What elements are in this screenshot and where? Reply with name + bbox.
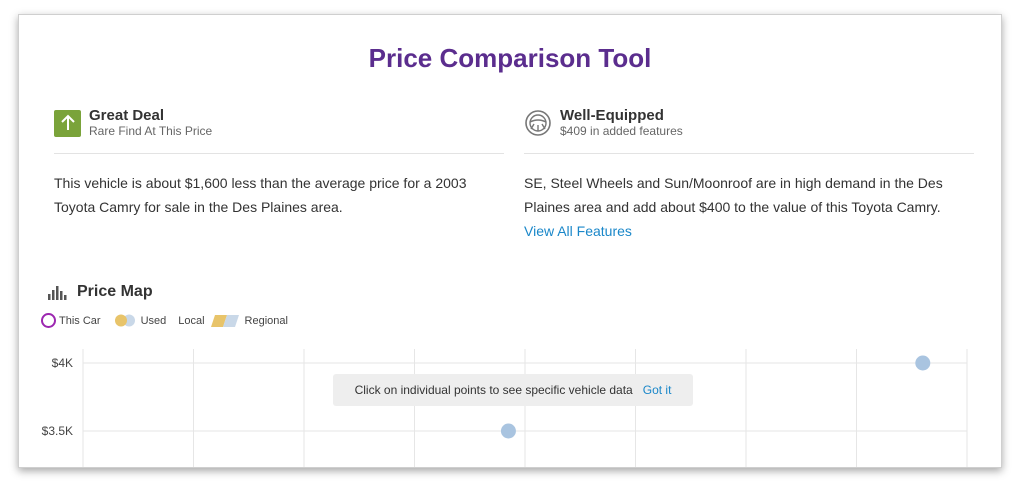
chart-y-ticks: $4K $3.5K — [42, 356, 73, 438]
bar-chart-icon — [48, 286, 67, 300]
arrow-up-icon — [54, 109, 81, 137]
view-all-features-link[interactable]: View All Features — [524, 219, 974, 243]
chart-grid — [82, 349, 968, 467]
legend-local-regional[interactable]: Local Regional — [178, 314, 288, 327]
price-map-chart: $4K $3.5K — [42, 349, 968, 467]
divider — [54, 153, 504, 154]
legend-this-car[interactable]: This Car — [41, 313, 101, 328]
price-map-heading: Price Map — [47, 283, 153, 301]
chart-point[interactable] — [915, 355, 931, 371]
steering-wheel-icon — [525, 110, 551, 136]
price-map-title: Price Map — [77, 283, 153, 300]
tooltip-text: Click on individual points to see specif… — [354, 383, 633, 397]
legend-this-car-label: This Car — [59, 314, 101, 327]
local-regional-swatch-icon — [210, 314, 239, 327]
chart-hint-tooltip: Click on individual points to see specif… — [333, 374, 693, 406]
y-tick-label: $4K — [52, 356, 73, 370]
deal-subtitle: Rare Find At This Price — [89, 124, 213, 138]
legend-local-label: Local — [178, 314, 205, 327]
used-marker-icon — [114, 314, 135, 327]
equipment-title: Well-Equipped — [560, 107, 664, 124]
y-tick-label: $3.5K — [42, 424, 73, 438]
price-comparison-card: Price Comparison Tool Great Deal Rare Fi… — [18, 14, 1002, 468]
equipment-section: Well-Equipped $409 in added features SE,… — [524, 105, 974, 243]
this-car-marker-icon — [41, 313, 56, 328]
page-title: Price Comparison Tool — [368, 43, 652, 73]
equipment-description: SE, Steel Wheels and Sun/Moonroof are in… — [524, 175, 943, 215]
price-map-legend: This Car Used Local Regional — [41, 313, 300, 328]
legend-used-label: Used — [140, 314, 167, 327]
chart-point[interactable] — [500, 423, 516, 439]
deal-title: Great Deal — [89, 107, 165, 124]
deal-section: Great Deal Rare Find At This Price This … — [54, 105, 504, 219]
deal-description: This vehicle is about $1,600 less than t… — [54, 175, 467, 215]
legend-used[interactable]: Used — [113, 314, 167, 327]
divider — [524, 153, 974, 154]
equipment-subtitle: $409 in added features — [560, 124, 683, 138]
legend-regional-label: Regional — [244, 314, 288, 327]
got-it-button[interactable]: Got it — [643, 383, 672, 397]
